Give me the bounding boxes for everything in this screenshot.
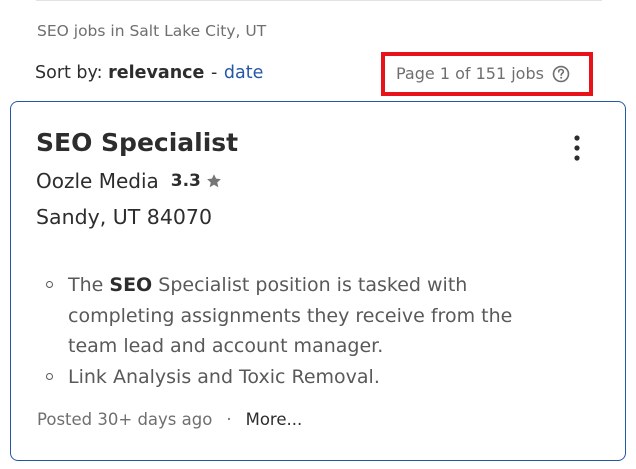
- sort-date-link[interactable]: date: [224, 63, 263, 83]
- question-circle-icon[interactable]: [552, 65, 570, 83]
- footer-dot: ·: [226, 410, 232, 429]
- sort-relevance: relevance: [108, 63, 205, 83]
- bullet-icon: [46, 281, 53, 288]
- company-row: Oozle Media 3.3: [36, 169, 222, 193]
- job-title[interactable]: SEO Specialist: [36, 128, 238, 157]
- posted-date: Posted 30+ days ago: [37, 410, 213, 429]
- more-link[interactable]: More...: [246, 410, 303, 429]
- snippet-item: Link Analysis and Toxic Removal.: [36, 362, 556, 393]
- page-count-text: Page 1 of 151 jobs: [396, 64, 544, 83]
- snippet-text: Link Analysis and Toxic Removal.: [68, 365, 380, 388]
- snippet-text-before: The: [68, 274, 110, 296]
- snippet-item: The SEO Specialist position is tasked wi…: [36, 270, 556, 362]
- bullet-icon: [46, 372, 53, 380]
- sort-controls: Sort by: relevance - date: [35, 63, 263, 83]
- company-rating: 3.3: [170, 171, 201, 191]
- job-snippet: The SEO Specialist position is tasked wi…: [36, 270, 556, 392]
- snippet-highlight: SEO: [109, 274, 153, 296]
- more-options-icon[interactable]: [566, 133, 588, 163]
- breadcrumb: SEO jobs in Salt Lake City, UT: [37, 22, 267, 40]
- sort-label: Sort by:: [35, 63, 103, 83]
- company-name: Oozle Media: [36, 169, 159, 193]
- top-divider: [36, 0, 602, 1]
- search-results-page: SEO jobs in Salt Lake City, UT Sort by: …: [0, 0, 636, 469]
- page-count: Page 1 of 151 jobs: [396, 64, 570, 83]
- job-footer: Posted 30+ days ago · More...: [37, 410, 302, 429]
- job-location: Sandy, UT 84070: [36, 205, 213, 229]
- sort-separator: -: [210, 63, 218, 83]
- star-icon: [207, 174, 221, 188]
